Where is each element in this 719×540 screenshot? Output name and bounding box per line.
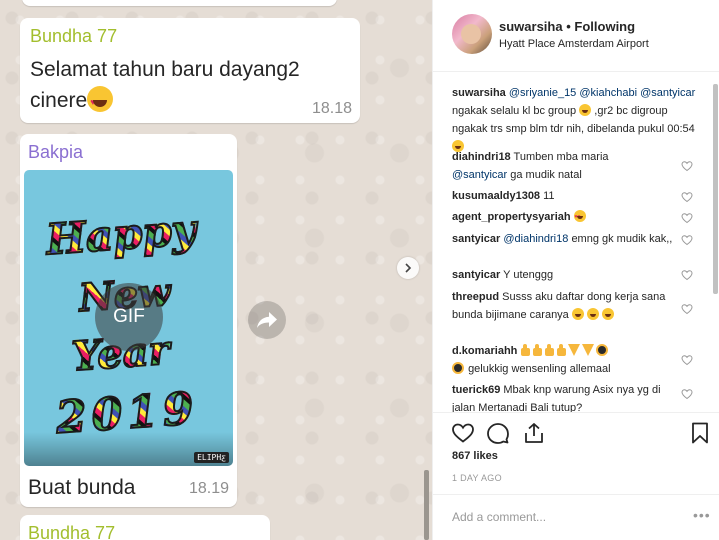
- forward-icon: [257, 312, 277, 328]
- heart-icon[interactable]: [451, 421, 475, 445]
- bookmark-icon[interactable]: [688, 421, 712, 445]
- comment-username[interactable]: suwarsiha: [452, 87, 506, 99]
- chat-scrollbar[interactable]: [424, 470, 429, 540]
- header-username[interactable]: suwarsiha: [499, 19, 563, 34]
- comment: santyicar @diahindri18 emng gk mudik kak…: [452, 230, 680, 248]
- comment-username[interactable]: d.komariahh: [452, 345, 517, 357]
- comment-username[interactable]: agent_propertysyariah: [452, 211, 571, 223]
- party-popper-emoji-icon: [568, 344, 581, 356]
- comment-text: ngakak selalu kl bc group: [452, 105, 577, 117]
- like-comment-heart-icon[interactable]: [681, 212, 693, 224]
- like-comment-heart-icon[interactable]: [681, 303, 693, 315]
- gif-caption: Buat bunda: [28, 476, 136, 499]
- fireworks-emoji-icon: [596, 344, 609, 356]
- previous-message-bubble: [22, 0, 337, 6]
- message-sender: Bundha 77: [30, 26, 118, 46]
- post-actions-bar: [433, 412, 719, 452]
- like-comment-heart-icon[interactable]: [681, 234, 693, 246]
- mention-link[interactable]: @santyicar: [640, 87, 695, 99]
- thumbs-up-emoji-icon: [544, 344, 555, 356]
- message-sender: Bundha 77: [28, 523, 116, 540]
- next-image-button[interactable]: [397, 257, 419, 279]
- chevron-right-icon: [405, 263, 412, 273]
- comment-text: 11: [543, 190, 555, 202]
- comment-username[interactable]: diahindri18: [452, 151, 511, 163]
- thumbs-up-emoji-icon: [532, 344, 543, 356]
- likes-count[interactable]: 867 likes: [452, 450, 498, 462]
- message-bubble: Bundha 77: [20, 515, 270, 540]
- gif-watermark: ELIPHƹ: [194, 452, 229, 463]
- avatar[interactable]: [452, 14, 492, 54]
- mention-link[interactable]: @kiahchabi: [579, 87, 637, 99]
- party-popper-emoji-icon: [582, 344, 595, 356]
- screen: Bundha 77 Selamat tahun baru dayang2 cin…: [0, 0, 719, 540]
- like-comment-heart-icon[interactable]: [681, 160, 693, 172]
- comments-scrollbar[interactable]: [713, 84, 718, 294]
- message-time: 18.18: [311, 100, 352, 117]
- comment-username[interactable]: tuerick69: [452, 384, 500, 396]
- comment-username[interactable]: santyicar: [452, 233, 500, 245]
- comment-text: gelukkig wensenling allemaal: [468, 363, 611, 375]
- laughing-emoji-icon: [579, 104, 592, 116]
- comment-text: Y utenggg: [503, 269, 554, 281]
- post-caption: suwarsiha @sriyanie_15 @kiahchabi @santy…: [452, 84, 702, 156]
- comment-username[interactable]: santyicar: [452, 269, 500, 281]
- like-comment-heart-icon[interactable]: [681, 269, 693, 281]
- post-timestamp[interactable]: 1 DAY AGO: [452, 473, 502, 483]
- comment: d.komariahh gelukkig wensenling allemaal: [452, 342, 680, 378]
- like-comment-heart-icon[interactable]: [681, 388, 693, 400]
- location-link[interactable]: Hyatt Place Amsterdam Airport: [499, 38, 649, 50]
- comment-text: Tumben mba maria: [513, 151, 609, 163]
- following-button[interactable]: Following: [574, 19, 635, 34]
- comment: threepud Susss aku daftar dong kerja san…: [452, 288, 680, 324]
- comment-text: ga mudik natal: [510, 169, 582, 181]
- mention-link[interactable]: @sriyanie_15: [509, 87, 576, 99]
- mention-link[interactable]: @diahindri18: [503, 233, 568, 245]
- comment-icon[interactable]: [486, 421, 510, 445]
- comment-username[interactable]: threepud: [452, 291, 499, 303]
- heart-eyes-emoji-icon: [87, 86, 114, 118]
- gif-play-badge[interactable]: GIF: [95, 283, 163, 351]
- header-separator: •: [566, 19, 571, 34]
- forward-button[interactable]: [248, 301, 286, 339]
- message-sender: Bakpia: [28, 142, 84, 162]
- comment: diahindri18 Tumben mba maria @santyicar …: [452, 148, 680, 184]
- post-panel: suwarsiha • Following Hyatt Place Amster…: [432, 0, 719, 540]
- add-comment-input[interactable]: [452, 507, 682, 527]
- comment: agent_propertysyariah: [452, 208, 680, 226]
- chat-screenshot: Bundha 77 Selamat tahun baru dayang2 cin…: [0, 0, 432, 540]
- comment: santyicar Y utenggg: [452, 266, 680, 284]
- comment: tuerick69 Mbak knp warung Asix nya yg di…: [452, 381, 680, 412]
- like-comment-heart-icon[interactable]: [681, 354, 693, 366]
- comment-username[interactable]: kusumaaldy1308: [452, 190, 540, 202]
- mention-link[interactable]: @santyicar: [452, 169, 507, 181]
- share-icon[interactable]: [522, 421, 546, 445]
- heart-eyes-emoji-icon: [573, 208, 586, 226]
- grinning-sweat-emoji-icon: [586, 308, 599, 320]
- message-text: Selamat tahun baru dayang2 cinere: [30, 54, 320, 118]
- thumbs-up-emoji-icon: [556, 344, 567, 356]
- fireworks-emoji-icon: [452, 362, 464, 374]
- post-header: suwarsiha • Following Hyatt Place Amster…: [433, 0, 719, 72]
- gif-thumbnail[interactable]: Happy New Year 2019 GIF ELIPHƹ: [24, 170, 233, 466]
- thumbs-up-emoji-icon: [520, 344, 531, 356]
- comment-box: •••: [433, 494, 719, 540]
- message-bubble: Bundha 77 Selamat tahun baru dayang2 cin…: [20, 18, 360, 123]
- like-comment-heart-icon[interactable]: [681, 191, 693, 203]
- more-options-icon[interactable]: •••: [693, 507, 711, 523]
- comment: kusumaaldy1308 11: [452, 187, 680, 205]
- message-time: 18.19: [188, 480, 229, 497]
- gif-message-bubble: Bakpia Happy New Year 2019 GIF ELIPHƹ Bu…: [20, 134, 237, 507]
- header-line: suwarsiha • Following: [499, 19, 635, 34]
- grinning-sweat-emoji-icon: [571, 308, 584, 320]
- comment-text: emng gk mudik kak,,: [571, 233, 673, 245]
- grinning-sweat-emoji-icon: [602, 308, 614, 320]
- comments-list: suwarsiha @sriyanie_15 @kiahchabi @santy…: [433, 84, 713, 412]
- message-text-content: Selamat tahun baru dayang2 cinere: [30, 58, 300, 112]
- gif-word-happy: Happy: [43, 204, 198, 265]
